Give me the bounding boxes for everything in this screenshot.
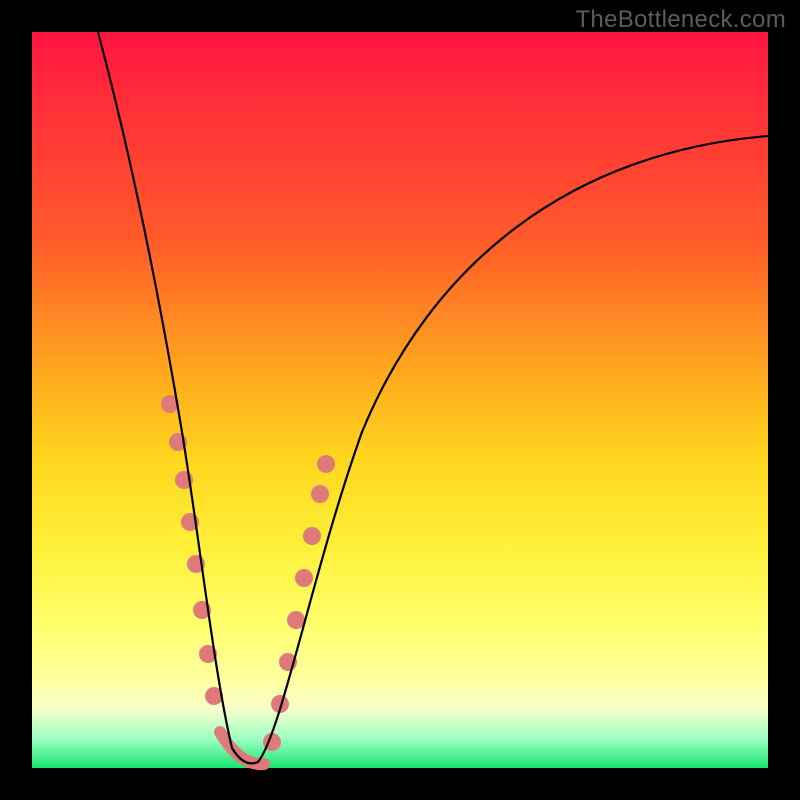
highlight-left-descent [161,395,223,705]
watermark-label: TheBottleneck.com [575,6,786,34]
plot-area [32,32,768,768]
bottleneck-curve-path [98,32,768,763]
outer-frame: TheBottleneck.com [0,0,800,800]
highlight-right-ascent [263,455,335,751]
curve-svg [32,32,768,768]
